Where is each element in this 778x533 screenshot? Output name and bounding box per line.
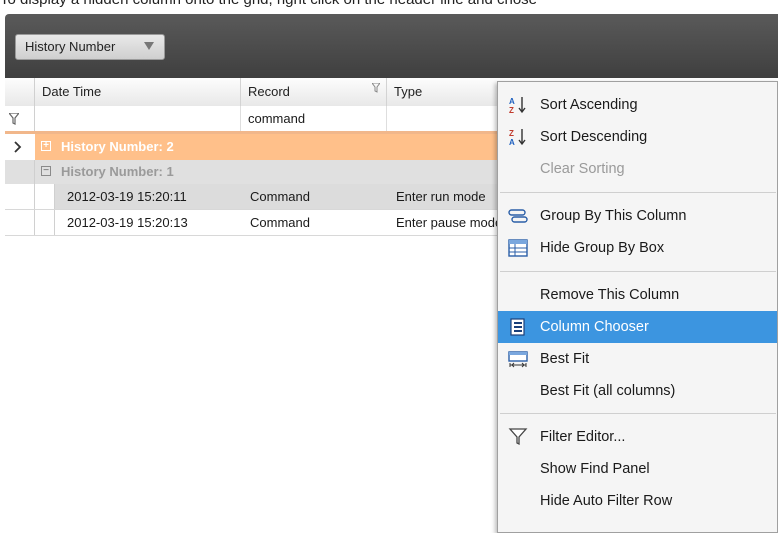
column-chooser-icon <box>510 318 525 336</box>
cell-record[interactable]: Command <box>241 210 387 235</box>
menu-item-sort-descending[interactable]: Z A Sort Descending <box>498 121 777 153</box>
row-indicator <box>5 134 35 160</box>
row-indicator <box>5 160 35 184</box>
header-indicator-cell <box>5 78 35 106</box>
menu-item-show-find-panel[interactable]: Show Find Panel <box>498 453 777 485</box>
column-header-record[interactable]: Record <box>241 78 387 106</box>
svg-text:Z: Z <box>509 106 514 114</box>
group-row-label: History Number: 2 <box>61 139 174 154</box>
filter-dropdown-icon[interactable] <box>144 42 154 50</box>
menu-item-label: Sort Ascending <box>540 97 638 113</box>
menu-separator <box>500 413 776 414</box>
filter-cell-record[interactable]: command <box>241 106 387 131</box>
group-chip-history-number[interactable]: History Number <box>15 34 165 60</box>
svg-text:A: A <box>509 97 515 106</box>
best-fit-icon <box>508 351 528 368</box>
column-header-label: Record <box>248 84 290 99</box>
menu-separator <box>500 192 776 193</box>
menu-item-remove-column[interactable]: Remove This Column <box>498 279 777 311</box>
cell-date-time[interactable]: 2012-03-19 15:20:11 <box>55 184 241 209</box>
filter-icon <box>508 428 528 446</box>
group-chip-label: History Number <box>25 39 116 54</box>
cell-record[interactable]: Command <box>241 184 387 209</box>
cell-date-time[interactable]: 2012-03-19 15:20:13 <box>55 210 241 235</box>
menu-item-label: Remove This Column <box>540 287 680 303</box>
group-by-panel[interactable]: History Number <box>5 14 778 78</box>
svg-text:Z: Z <box>509 129 514 138</box>
column-header-label: Type <box>394 84 423 99</box>
menu-item-clear-sorting: Clear Sorting <box>498 153 777 185</box>
menu-item-label: Hide Group By Box <box>540 240 665 256</box>
column-context-menu[interactable]: A Z Sort Ascending Z A Sort Descending C… <box>497 81 778 533</box>
menu-item-hide-auto-filter-row[interactable]: Hide Auto Filter Row <box>498 485 777 517</box>
column-header-date-time[interactable]: Date Time <box>35 78 241 106</box>
sort-ascending-icon: A Z <box>509 97 526 114</box>
group-row-label: History Number: 1 <box>61 164 174 179</box>
menu-separator <box>500 271 776 272</box>
group-indent <box>35 184 55 209</box>
filter-row-icon <box>9 113 19 125</box>
column-filter-icon[interactable] <box>372 83 380 93</box>
menu-item-best-fit-all[interactable]: Best Fit (all columns) <box>498 375 777 407</box>
filter-cell-date-time[interactable] <box>35 106 241 131</box>
menu-item-group-by-column[interactable]: Group By This Column <box>498 200 777 232</box>
menu-item-label: Column Chooser <box>540 319 649 335</box>
sort-descending-icon: Z A <box>509 129 526 146</box>
menu-item-column-chooser[interactable]: Column Chooser <box>498 311 777 343</box>
group-by-icon <box>508 209 528 223</box>
menu-item-label: Group By This Column <box>540 208 687 224</box>
group-indent <box>35 210 55 235</box>
group-box-icon <box>508 239 528 257</box>
cell-type[interactable]: Enter run mode <box>387 184 502 209</box>
menu-item-hide-group-by-box[interactable]: Hide Group By Box <box>498 232 777 264</box>
column-header-label: Date Time <box>42 84 102 99</box>
menu-item-label: Hide Auto Filter Row <box>540 493 673 509</box>
current-row-arrow-icon <box>14 141 22 153</box>
menu-item-best-fit[interactable]: Best Fit <box>498 343 777 375</box>
row-indicator <box>5 210 35 235</box>
menu-item-label: Best Fit <box>540 351 590 367</box>
menu-item-sort-ascending[interactable]: A Z Sort Ascending <box>498 89 777 121</box>
instruction-caption: To display a hidden column onto the grid… <box>0 0 778 11</box>
expand-icon[interactable]: + <box>41 141 51 151</box>
svg-text:A: A <box>509 138 515 146</box>
menu-item-label: Filter Editor... <box>540 429 626 445</box>
menu-item-filter-editor[interactable]: Filter Editor... <box>498 421 777 453</box>
menu-item-label: Best Fit (all columns) <box>540 383 676 399</box>
menu-item-label: Sort Descending <box>540 129 648 145</box>
collapse-icon[interactable]: − <box>41 166 51 176</box>
menu-item-label: Clear Sorting <box>540 161 625 177</box>
row-indicator <box>5 184 35 209</box>
menu-item-label: Show Find Panel <box>540 461 650 477</box>
filter-row-indicator <box>5 106 35 131</box>
filter-value: command <box>248 111 306 126</box>
cell-type[interactable]: Enter pause mode <box>387 210 502 235</box>
